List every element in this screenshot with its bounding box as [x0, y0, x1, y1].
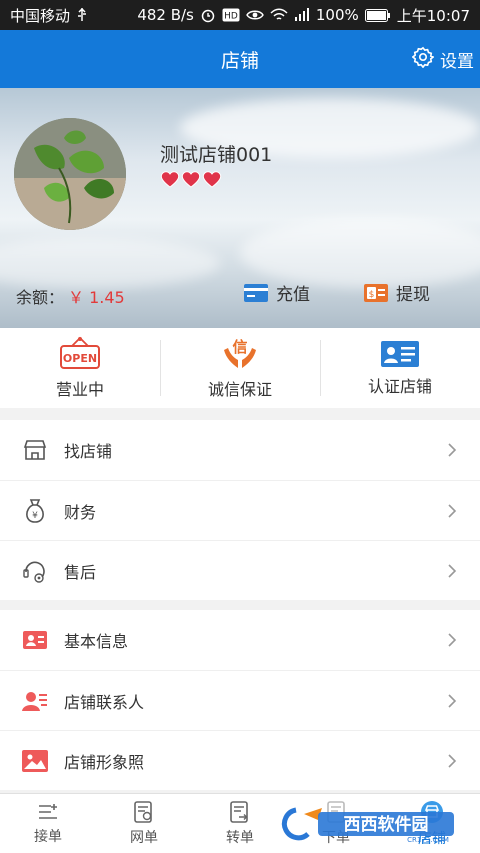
quick-actions: OPEN 营业中 信 诚信保证 认证店铺 [0, 328, 480, 408]
id-card-icon [381, 341, 419, 367]
chevron-right-icon [448, 443, 457, 457]
money-bag-icon: ¥ [20, 496, 50, 526]
avatar[interactable] [14, 118, 126, 230]
accept-order-icon [39, 803, 57, 819]
menu-item-label: 基本信息 [64, 632, 129, 651]
open-status-button[interactable]: OPEN 营业中 [0, 328, 160, 408]
hd-icon: HD [222, 8, 240, 22]
web-order-icon [134, 800, 152, 823]
usb-icon [76, 7, 88, 23]
tab-accept-order[interactable]: 接单 [0, 794, 96, 853]
chevron-right-icon [448, 563, 457, 578]
title-bar: 店铺 设置 [0, 30, 480, 88]
clock: 上午10:07 [396, 6, 470, 25]
battery-percent: 100% [315, 6, 359, 24]
recharge-label: 充值 [276, 285, 310, 305]
network-speed: 482 B/s [137, 6, 194, 24]
menu-item-basic-info[interactable]: 基本信息 [0, 610, 480, 670]
menu-group-shop: 找店铺 ¥ 财务 售后 [0, 420, 480, 600]
menu-item-label: 售后 [64, 562, 97, 582]
balance-amount: ￥ 1.45 [68, 288, 125, 307]
svg-text:信: 信 [232, 338, 247, 356]
chevron-right-icon [448, 753, 457, 768]
info-card-icon [20, 625, 50, 655]
tab-web-order[interactable]: 网单 [96, 794, 192, 853]
balance-label: 余额： [16, 288, 65, 307]
svg-text:HD: HD [224, 12, 238, 22]
status-bar: 中国移动 482 B/s HD 100% 上午10:07 [0, 0, 480, 30]
settings-button[interactable]: 设置 [411, 30, 474, 88]
chevron-right-icon [448, 503, 457, 518]
wifi-icon [270, 8, 288, 22]
menu-group-info: 基本信息 店铺联系人 店铺形象照 [0, 610, 480, 790]
recharge-button[interactable]: 充值 [244, 280, 310, 305]
card-icon [244, 283, 268, 302]
settings-label: 设置 [440, 51, 474, 72]
heart-icon [160, 171, 180, 188]
shop-icon [20, 435, 50, 465]
image-icon [20, 746, 50, 776]
chevron-right-icon [448, 633, 457, 647]
menu-item-shop-contact[interactable]: 店铺联系人 [0, 670, 480, 730]
quick-action-label: 认证店铺 [367, 377, 432, 396]
svg-text:西西软件园: 西西软件园 [344, 814, 429, 835]
after-sale-icon [20, 556, 50, 586]
quick-action-label: 营业中 [55, 380, 104, 399]
svg-text:¥: ¥ [32, 511, 38, 521]
battery-icon [364, 8, 391, 22]
carrier-label: 中国移动 [10, 6, 71, 25]
contact-icon [20, 686, 50, 716]
tab-transfer-order[interactable]: 转单 [192, 794, 288, 853]
rating-hearts [160, 170, 222, 188]
page-title: 店铺 [220, 49, 259, 72]
integrity-guarantee-button[interactable]: 信 诚信保证 [160, 328, 320, 408]
transfer-order-icon [230, 800, 248, 823]
tab-label: 转单 [226, 829, 254, 846]
profile-header: 测试店铺001 余额： ￥ 1.45 充值 $ 提现 [0, 88, 480, 328]
gear-icon [411, 46, 435, 73]
svg-text:OPEN: OPEN [63, 352, 97, 365]
svg-text:CR173.COM: CR173.COM [407, 836, 449, 844]
open-sign-icon: OPEN [60, 336, 100, 369]
withdraw-label: 提现 [396, 285, 430, 305]
menu-item-shop-image[interactable]: 店铺形象照 [0, 730, 480, 790]
eye-icon [246, 8, 264, 22]
menu-item-label: 店铺形象照 [64, 752, 145, 772]
withdraw-button[interactable]: $ 提现 [364, 280, 430, 305]
integrity-hands-icon: 信 [224, 338, 256, 368]
menu-item-finance[interactable]: ¥ 财务 [0, 480, 480, 540]
menu-item-after-sale[interactable]: 售后 [0, 540, 480, 600]
shop-name: 测试店铺001 [160, 144, 273, 166]
menu-item-label: 店铺联系人 [64, 692, 145, 712]
balance: 余额： ￥ 1.45 [16, 284, 125, 308]
heart-icon [181, 171, 201, 188]
certified-shop-button[interactable]: 认证店铺 [320, 328, 480, 408]
svg-text:$: $ [369, 290, 375, 300]
menu-item-label: 财务 [64, 502, 97, 522]
watermark-logo: 西西软件园 CR173.COM [278, 804, 458, 844]
signal-icon [294, 8, 310, 22]
menu-item-label: 找店铺 [64, 442, 113, 461]
quick-action-label: 诚信保证 [207, 380, 272, 399]
tab-label: 网单 [130, 829, 158, 846]
chevron-right-icon [448, 693, 457, 708]
menu-item-find-shop[interactable]: 找店铺 [0, 420, 480, 480]
alarm-icon [200, 7, 216, 23]
heart-icon [202, 171, 222, 188]
tab-label: 接单 [34, 828, 62, 845]
cash-icon: $ [364, 283, 388, 302]
